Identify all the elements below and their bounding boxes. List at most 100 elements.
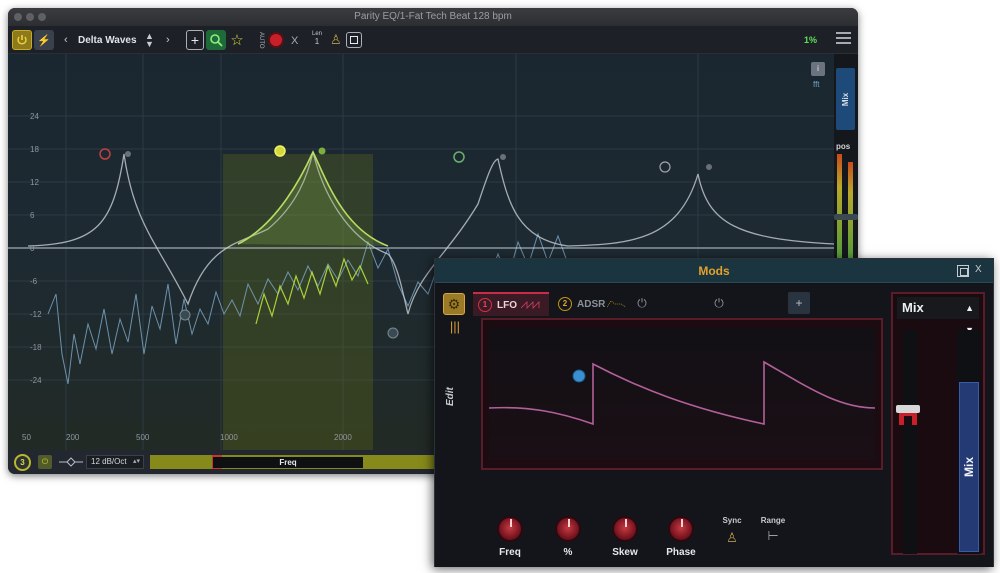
window-title: Parity EQ/1-Fat Tech Beat 128 bpm: [354, 11, 512, 22]
mix-meter-label: Mix: [962, 456, 977, 478]
hz-tick-label: 1000: [220, 433, 238, 442]
search-button[interactable]: [206, 30, 226, 50]
range-label: Range: [760, 516, 786, 525]
lfo-power-icon[interactable]: ⏻: [634, 295, 650, 311]
cpu-usage: 1%: [804, 35, 818, 45]
preset-name[interactable]: Delta Waves: [78, 35, 137, 46]
mods-body: ⚙ ||| Edit 1 LFO 2 ADSR ⏻ ⏻ + Freq % Ske…: [435, 284, 993, 567]
search-icon: [210, 34, 223, 47]
range-icon[interactable]: ⊢: [755, 528, 791, 544]
amount-slider-track[interactable]: [903, 330, 917, 554]
chevron-updown-icon: ▴▾: [132, 458, 140, 465]
edit-label[interactable]: Edit: [445, 387, 456, 406]
freq-knob[interactable]: Freq: [487, 516, 533, 558]
metronome-icon[interactable]: ♙: [717, 530, 747, 546]
mix-toggle[interactable]: Mix: [836, 68, 855, 130]
prev-preset-icon[interactable]: ‹: [64, 34, 68, 46]
hz-tick-label: 200: [66, 433, 80, 442]
menu-icon[interactable]: [836, 32, 851, 47]
favorite-button[interactable]: ☆: [228, 30, 246, 50]
lfo-wave-display[interactable]: [488, 328, 876, 460]
knob-dial[interactable]: [668, 516, 694, 542]
tab-lfo-number: 1: [478, 298, 492, 312]
toolbar: ⚡ ‹ Delta Waves ▲ ▼ › + ☆ AUTO X Len 1 ♙ 1…: [8, 26, 858, 54]
knob-label: %: [563, 547, 573, 558]
mods-title-bar: Mods X: [435, 259, 993, 283]
db-tick-label: 0: [30, 244, 35, 253]
target-select-value: Mix: [902, 300, 924, 315]
add-mod-button[interactable]: +: [788, 292, 810, 314]
add-preset-button[interactable]: +: [186, 30, 204, 50]
title-bar: Parity EQ/1-Fat Tech Beat 128 bpm: [8, 8, 858, 26]
close-icon[interactable]: X: [975, 264, 982, 275]
range-control[interactable]: Range ⊢: [755, 516, 791, 544]
skew-knob[interactable]: Skew: [602, 516, 648, 558]
len-control[interactable]: Len 1: [310, 30, 324, 47]
freq-field[interactable]: Freq: [213, 457, 363, 468]
adsr-wave-icon: [607, 300, 627, 308]
phase-knob[interactable]: Phase: [658, 516, 704, 558]
knob-dial[interactable]: [555, 516, 581, 542]
tab-adsr[interactable]: 2 ADSR: [553, 292, 629, 316]
db-tick-label: -24: [30, 376, 42, 385]
target-select[interactable]: Mix▲▼: [897, 297, 979, 335]
knob-dial[interactable]: [497, 516, 523, 542]
sync-control[interactable]: Sync ♙: [717, 516, 747, 546]
mix-meter[interactable]: Mix: [957, 330, 981, 554]
len-value: 1: [314, 37, 320, 46]
resize-button[interactable]: [346, 32, 362, 48]
depth-knob[interactable]: %: [545, 516, 591, 558]
pos-label: pos: [836, 142, 851, 151]
meter-left: [837, 154, 842, 264]
lfo-waveform: [488, 360, 876, 426]
mix-meter-fill: Mix: [959, 382, 979, 552]
lfo-wave-icon: [521, 301, 540, 309]
auto-label: AUTO: [258, 32, 264, 49]
gear-icon[interactable]: ⚙: [443, 293, 465, 315]
mix-label: Mix: [841, 92, 850, 106]
tab-lfo[interactable]: 1 LFO: [473, 292, 549, 316]
filter-shape-icon[interactable]: [58, 456, 84, 468]
fft-toggle[interactable]: fft: [813, 80, 820, 89]
x-label[interactable]: X: [291, 35, 298, 47]
mods-window: Mods X ⚙ ||| Edit 1 LFO 2 ADSR ⏻ ⏻ + Fre…: [434, 258, 994, 567]
knob-dial[interactable]: [612, 516, 638, 542]
fft-info-button[interactable]: i: [811, 62, 825, 76]
bolt-button[interactable]: ⚡: [34, 30, 54, 50]
db-tick-label: 12: [30, 178, 39, 187]
hz-tick-label: 2000: [334, 433, 352, 442]
power-icon: ⏻: [41, 457, 49, 466]
mixer-sliders-icon[interactable]: |||: [446, 320, 464, 336]
next-preset-icon[interactable]: ›: [166, 34, 170, 46]
knob-label: Freq: [499, 547, 521, 558]
db-tick-label: 24: [30, 112, 39, 121]
knob-label: Phase: [666, 547, 696, 558]
adsr-power-icon[interactable]: ⏻: [711, 295, 727, 311]
db-tick-label: -6: [30, 277, 38, 286]
amount-slider-handle[interactable]: [895, 404, 921, 426]
mods-title: Mods: [698, 264, 730, 278]
power-icon: [17, 35, 27, 45]
meter-fader-handle[interactable]: [834, 214, 858, 220]
sync-label: Sync: [722, 516, 742, 525]
record-button[interactable]: [268, 32, 284, 48]
resize-icon: [350, 36, 358, 44]
lfo-wave-panel[interactable]: [481, 318, 883, 470]
meter-right: [848, 162, 853, 264]
slope-select[interactable]: 12 dB/Oct ▴▾: [86, 455, 144, 469]
db-tick-label: 18: [30, 145, 39, 154]
maximize-icon[interactable]: [957, 265, 969, 277]
lfo-phase-handle[interactable]: [572, 369, 586, 383]
metronome-icon[interactable]: ♙: [330, 32, 342, 48]
star-icon: ☆: [230, 32, 244, 49]
hz-tick-label: 500: [136, 433, 150, 442]
slope-value: 12 dB/Oct: [91, 457, 127, 466]
plugin-power-button[interactable]: [12, 30, 32, 50]
tab-adsr-label: ADSR: [577, 298, 606, 310]
plus-icon: +: [190, 32, 200, 48]
db-tick-label: -18: [30, 343, 42, 352]
band-power-button[interactable]: ⏻: [38, 455, 52, 469]
knob-label: Skew: [612, 547, 638, 558]
band-number[interactable]: 3: [14, 454, 31, 471]
preset-sort-icon[interactable]: ▲ ▼: [145, 32, 154, 49]
